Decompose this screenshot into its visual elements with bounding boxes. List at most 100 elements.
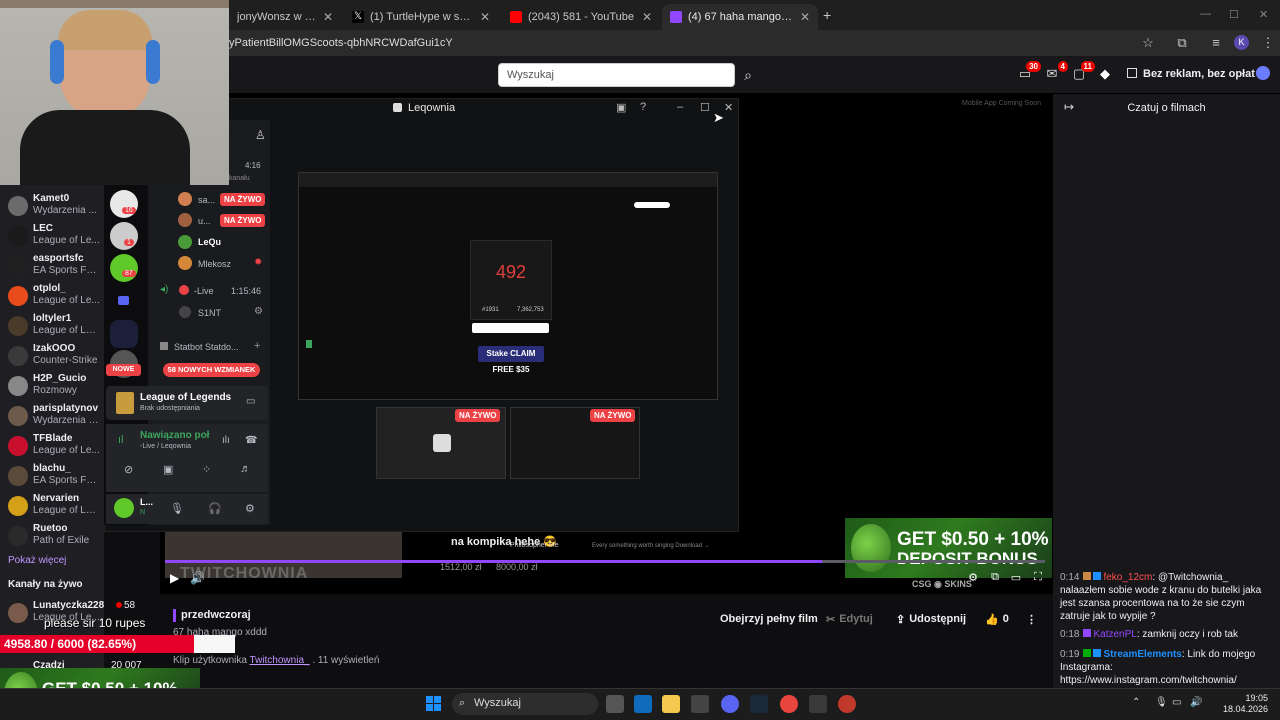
- member-name[interactable]: sa...: [198, 195, 215, 205]
- close-icon[interactable]: ✕: [800, 10, 810, 24]
- sidebar-channel-item[interactable]: parisplatynov Wydarzenia sp...: [0, 400, 104, 430]
- folder-icon[interactable]: [118, 296, 129, 305]
- voice-channel[interactable]: -Live / Leqownia: [140, 443, 191, 450]
- browser-tab-3[interactable]: (2043) 581 - YouTube ✕: [502, 4, 660, 30]
- microphone-icon[interactable]: 🎙: [170, 502, 184, 515]
- sidebar-channel-item[interactable]: Nervarien League of Leg...: [0, 490, 104, 520]
- search-input[interactable]: Wyszukaj: [498, 63, 735, 87]
- avatar[interactable]: [8, 603, 28, 623]
- edit-button[interactable]: ✂ Edytuj: [826, 608, 873, 630]
- maximize-icon[interactable]: ☐: [1229, 8, 1239, 21]
- channel-name[interactable]: Statbot Statdo...: [174, 342, 239, 352]
- windows-start-icon[interactable]: [426, 696, 441, 711]
- sidebar-channel-item[interactable]: LEC League of Le...: [0, 220, 104, 250]
- cast-icon[interactable]: ⧉: [988, 571, 1002, 585]
- sidebar-channel-item[interactable]: H2P_Gucio Rozmowy: [0, 370, 104, 400]
- network-icon[interactable]: ▭: [1172, 697, 1181, 708]
- inbox-icon[interactable]: ▣: [616, 101, 626, 114]
- add-icon[interactable]: +: [254, 340, 260, 352]
- discord-icon[interactable]: [721, 695, 739, 713]
- chrome-icon[interactable]: [780, 695, 798, 713]
- plus-icon[interactable]: +: [823, 7, 831, 23]
- play-icon[interactable]: ▶: [170, 571, 184, 585]
- sidebar-channel-item[interactable]: Ruetoo Path of Exile: [0, 520, 104, 550]
- clip-author-link[interactable]: Twitchownia_: [250, 655, 310, 666]
- outlook-icon[interactable]: [634, 695, 652, 713]
- channel-name[interactable]: Lunatyczka228: [33, 600, 104, 611]
- settings-icon[interactable]: ⚙: [254, 306, 263, 317]
- extensions-icon[interactable]: ⧉: [1174, 35, 1190, 51]
- browser-tab-4-active[interactable]: (4) 67 haha mango xddd - Twitc... ✕: [662, 4, 818, 30]
- share-button[interactable]: ⇪ Udostępnij: [896, 608, 966, 630]
- fullscreen-icon[interactable]: ⛶: [1031, 571, 1045, 585]
- close-icon[interactable]: ✕: [642, 10, 652, 24]
- minimize-icon[interactable]: –: [677, 101, 683, 113]
- close-window-icon[interactable]: ✕: [1259, 8, 1268, 21]
- add-friend-icon[interactable]: ♙: [255, 128, 266, 142]
- browser-tab-1[interactable]: jonyWonsz w serwisie X: ... ✕: [229, 4, 341, 30]
- chat-user[interactable]: StreamElements: [1103, 649, 1181, 660]
- soundboard-icon[interactable]: ♬: [240, 463, 251, 475]
- volume-icon[interactable]: 🔊: [190, 571, 205, 585]
- user-avatar[interactable]: [114, 498, 134, 518]
- task-view-icon[interactable]: [606, 695, 624, 713]
- close-icon[interactable]: ✕: [323, 10, 333, 24]
- theater-mode-icon[interactable]: ▭: [1009, 571, 1023, 585]
- app-icon[interactable]: [809, 695, 827, 713]
- ad-banner-right[interactable]: GET $0.50 + 10% DEPOSIT BONUS: [845, 518, 1052, 578]
- sidebar-channel-item[interactable]: TFBlade League of Le...: [0, 430, 104, 460]
- profile-avatar[interactable]: K: [1234, 35, 1249, 50]
- crown-icon[interactable]: ◆: [1096, 66, 1114, 84]
- show-more-link[interactable]: Pokaż więcej: [8, 555, 66, 566]
- notifications-icon[interactable]: ▭ 30: [1016, 61, 1041, 84]
- minimize-icon[interactable]: —: [1200, 8, 1211, 20]
- taskbar-clock[interactable]: 19:05 18.04.2026: [1218, 693, 1268, 715]
- settings-icon[interactable]: ⚙: [245, 502, 255, 515]
- chevron-up-icon[interactable]: ⌃: [1132, 697, 1140, 708]
- sidebar-channel-item[interactable]: blachu_ EA Sports FC 2: [0, 460, 104, 490]
- member-name[interactable]: LeQu: [198, 237, 221, 247]
- inbox-icon[interactable]: ✉ 4: [1043, 61, 1068, 84]
- sidebar-channel-item[interactable]: easportsfc EA Sports FC...: [0, 250, 104, 280]
- new-mentions-badge[interactable]: 58 NOWYCH WZMIANEK: [163, 363, 260, 377]
- close-icon[interactable]: ✕: [724, 101, 733, 114]
- server-icon[interactable]: [110, 320, 138, 348]
- member-name[interactable]: u...: [198, 216, 211, 226]
- search-icon[interactable]: ⌕: [737, 63, 759, 87]
- app-icon[interactable]: [838, 695, 856, 713]
- member-name[interactable]: S1NT: [198, 308, 221, 318]
- video-off-icon[interactable]: ⊘: [124, 463, 133, 476]
- help-icon[interactable]: ?: [640, 101, 646, 113]
- sidebar-channel-item[interactable]: loltyler1 League of Leg...: [0, 310, 104, 340]
- stream-icon[interactable]: ▭: [246, 396, 255, 407]
- kebab-menu-icon[interactable]: ⋮: [1260, 35, 1276, 51]
- media-icon[interactable]: ≡: [1208, 35, 1224, 51]
- taskbar-search[interactable]: Wyszukaj: [452, 693, 598, 715]
- file-explorer-icon[interactable]: [662, 695, 680, 713]
- chat-user[interactable]: feko_12cm: [1103, 572, 1152, 583]
- maximize-icon[interactable]: ☐: [700, 101, 710, 114]
- server-icon[interactable]: [110, 254, 138, 282]
- activities-icon[interactable]: ⁘: [202, 463, 211, 476]
- server-icon[interactable]: [110, 222, 138, 250]
- more-options-icon[interactable]: ⋮: [1026, 608, 1037, 630]
- disconnect-icon[interactable]: ☎: [245, 435, 257, 446]
- sidebar-channel-item[interactable]: IzakOOO Counter-Strike: [0, 340, 104, 370]
- sidebar-channel-item[interactable]: otplol_ League of Le...: [0, 280, 104, 310]
- close-icon[interactable]: ✕: [480, 10, 490, 24]
- settings-icon[interactable]: ⚙: [966, 571, 980, 585]
- microphone-icon[interactable]: 🎙: [1155, 697, 1168, 708]
- live-channel-name[interactable]: -Live: [194, 286, 214, 296]
- screen-share-icon[interactable]: ▣: [163, 463, 173, 476]
- soundboard-icon[interactable]: ılı: [222, 435, 230, 446]
- sidebar-channel-item[interactable]: Kamet0 Wydarzenia ...: [0, 190, 104, 220]
- steam-icon[interactable]: [750, 695, 768, 713]
- watch-full-button[interactable]: Obejrzyj pełny film: [720, 608, 818, 630]
- user-avatar[interactable]: [1256, 66, 1270, 80]
- no-ads-button[interactable]: Bez reklam, bez opłat: [1143, 68, 1255, 80]
- bookmark-star-icon[interactable]: ☆: [1140, 35, 1156, 51]
- browser-tab-2[interactable]: 𝕏 (1) TurtleHype w serwisie X: „lo... ✕: [344, 4, 498, 30]
- member-name[interactable]: Mlekosz: [198, 259, 231, 269]
- whispers-icon[interactable]: ▢ 11: [1070, 61, 1095, 84]
- chat-user[interactable]: KatzenPL: [1093, 629, 1136, 640]
